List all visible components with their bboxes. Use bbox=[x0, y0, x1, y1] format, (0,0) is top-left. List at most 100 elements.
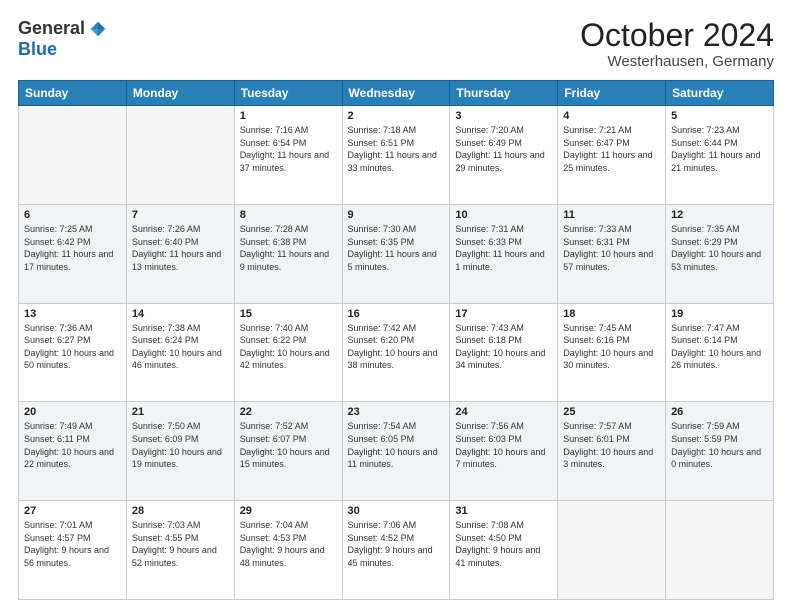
day-number: 24 bbox=[455, 406, 552, 418]
day-info: Sunrise: 7:40 AM Sunset: 6:22 PM Dayligh… bbox=[240, 322, 337, 372]
logo-icon bbox=[89, 20, 107, 38]
calendar-cell: 6 Sunrise: 7:25 AM Sunset: 6:42 PM Daylig… bbox=[19, 204, 127, 303]
calendar-cell: 11Sunrise: 7:33 AM Sunset: 6:31 PM Dayli… bbox=[558, 204, 666, 303]
calendar-cell: 10 Sunrise: 7:31 AM Sunset: 6:33 PM Dayli… bbox=[450, 204, 558, 303]
day-info: Sunrise: 7:20 AM Sunset: 6:49 PM Dayligh… bbox=[455, 124, 552, 174]
calendar-cell: 14 Sunrise: 7:38 AM Sunset: 6:24 PM Dayli… bbox=[126, 303, 234, 402]
day-info: Sunrise: 7:30 AM Sunset: 6:35 PM Dayligh… bbox=[348, 223, 445, 273]
day-info: Sunrise: 7:28 AM Sunset: 6:38 PM Dayligh… bbox=[240, 223, 337, 273]
calendar-cell: 5 Sunrise: 7:23 AM Sunset: 6:44 PM Daylig… bbox=[666, 106, 774, 205]
calendar-cell: 16 Sunrise: 7:42 AM Sunset: 6:20 PM Dayli… bbox=[342, 303, 450, 402]
day-info: Sunrise: 7:18 AM Sunset: 6:51 PM Dayligh… bbox=[348, 124, 445, 174]
day-number: 9 bbox=[348, 209, 445, 221]
day-number: 12 bbox=[671, 209, 768, 221]
day-info: Sunrise: 7:45 AM Sunset: 6:16 PM Dayligh… bbox=[563, 322, 660, 372]
day-number: 30 bbox=[348, 505, 445, 517]
calendar-cell: 1 Sunrise: 7:16 AM Sunset: 6:54 PM Daylig… bbox=[234, 106, 342, 205]
logo-general: General bbox=[18, 18, 85, 39]
calendar-week-row: 20 Sunrise: 7:49 AM Sunset: 6:11 PM Dayli… bbox=[19, 402, 774, 501]
logo-blue: Blue bbox=[18, 39, 57, 60]
day-info: Sunrise: 7:23 AM Sunset: 6:44 PM Dayligh… bbox=[671, 124, 768, 174]
calendar-cell: 23Sunrise: 7:54 AM Sunset: 6:05 PM Dayli… bbox=[342, 402, 450, 501]
calendar-cell bbox=[19, 106, 127, 205]
calendar-cell: 4 Sunrise: 7:21 AM Sunset: 6:47 PM Daylig… bbox=[558, 106, 666, 205]
calendar-cell: 18 Sunrise: 7:45 AM Sunset: 6:16 PM Dayli… bbox=[558, 303, 666, 402]
page: General Blue October 2024 Westerhausen, … bbox=[0, 0, 792, 612]
calendar-cell: 12Sunrise: 7:35 AM Sunset: 6:29 PM Dayli… bbox=[666, 204, 774, 303]
calendar-cell: 15 Sunrise: 7:40 AM Sunset: 6:22 PM Dayli… bbox=[234, 303, 342, 402]
day-number: 28 bbox=[132, 505, 229, 517]
calendar-week-row: 1 Sunrise: 7:16 AM Sunset: 6:54 PM Daylig… bbox=[19, 106, 774, 205]
day-info: Sunrise: 7:47 AM Sunset: 6:14 PM Dayligh… bbox=[671, 322, 768, 372]
day-number: 31 bbox=[455, 505, 552, 517]
calendar-cell: 17 Sunrise: 7:43 AM Sunset: 6:18 PM Dayli… bbox=[450, 303, 558, 402]
calendar-cell: 31 Sunrise: 7:08 AM Sunset: 4:50 PM Dayli… bbox=[450, 501, 558, 600]
day-number: 15 bbox=[240, 308, 337, 320]
calendar-cell: 27Sunrise: 7:01 AM Sunset: 4:57 PM Dayli… bbox=[19, 501, 127, 600]
day-info: Sunrise: 7:56 AM Sunset: 6:03 PM Dayligh… bbox=[455, 420, 552, 470]
day-number: 20 bbox=[24, 406, 121, 418]
day-info: Sunrise: 7:42 AM Sunset: 6:20 PM Dayligh… bbox=[348, 322, 445, 372]
day-info: Sunrise: 7:38 AM Sunset: 6:24 PM Dayligh… bbox=[132, 322, 229, 372]
day-number: 25 bbox=[563, 406, 660, 418]
day-info: Sunrise: 7:52 AM Sunset: 6:07 PM Dayligh… bbox=[240, 420, 337, 470]
subtitle: Westerhausen, Germany bbox=[580, 53, 774, 70]
calendar-table: SundayMondayTuesdayWednesdayThursdayFrid… bbox=[18, 80, 774, 600]
day-number: 19 bbox=[671, 308, 768, 320]
calendar-cell: 21 Sunrise: 7:50 AM Sunset: 6:09 PM Dayli… bbox=[126, 402, 234, 501]
day-info: Sunrise: 7:06 AM Sunset: 4:52 PM Dayligh… bbox=[348, 519, 445, 569]
calendar-cell: 22 Sunrise: 7:52 AM Sunset: 6:07 PM Dayli… bbox=[234, 402, 342, 501]
day-number: 22 bbox=[240, 406, 337, 418]
day-header-thursday: Thursday bbox=[450, 81, 558, 106]
day-number: 17 bbox=[455, 308, 552, 320]
day-info: Sunrise: 7:01 AM Sunset: 4:57 PM Dayligh… bbox=[24, 519, 121, 569]
calendar-cell: 26Sunrise: 7:59 AM Sunset: 5:59 PM Dayli… bbox=[666, 402, 774, 501]
day-info: Sunrise: 7:04 AM Sunset: 4:53 PM Dayligh… bbox=[240, 519, 337, 569]
day-info: Sunrise: 7:08 AM Sunset: 4:50 PM Dayligh… bbox=[455, 519, 552, 569]
day-header-tuesday: Tuesday bbox=[234, 81, 342, 106]
day-number: 16 bbox=[348, 308, 445, 320]
day-number: 1 bbox=[240, 110, 337, 122]
day-header-saturday: Saturday bbox=[666, 81, 774, 106]
day-info: Sunrise: 7:21 AM Sunset: 6:47 PM Dayligh… bbox=[563, 124, 660, 174]
day-number: 6 bbox=[24, 209, 121, 221]
day-header-monday: Monday bbox=[126, 81, 234, 106]
calendar-cell: 7 Sunrise: 7:26 AM Sunset: 6:40 PM Daylig… bbox=[126, 204, 234, 303]
calendar-cell: 29 Sunrise: 7:04 AM Sunset: 4:53 PM Dayli… bbox=[234, 501, 342, 600]
day-number: 10 bbox=[455, 209, 552, 221]
day-number: 21 bbox=[132, 406, 229, 418]
calendar-week-row: 6 Sunrise: 7:25 AM Sunset: 6:42 PM Daylig… bbox=[19, 204, 774, 303]
day-number: 4 bbox=[563, 110, 660, 122]
day-info: Sunrise: 7:26 AM Sunset: 6:40 PM Dayligh… bbox=[132, 223, 229, 273]
day-number: 5 bbox=[671, 110, 768, 122]
day-number: 3 bbox=[455, 110, 552, 122]
day-info: Sunrise: 7:57 AM Sunset: 6:01 PM Dayligh… bbox=[563, 420, 660, 470]
day-info: Sunrise: 7:25 AM Sunset: 6:42 PM Dayligh… bbox=[24, 223, 121, 273]
day-info: Sunrise: 7:50 AM Sunset: 6:09 PM Dayligh… bbox=[132, 420, 229, 470]
main-title: October 2024 bbox=[580, 18, 774, 53]
calendar-cell: 24 Sunrise: 7:56 AM Sunset: 6:03 PM Dayli… bbox=[450, 402, 558, 501]
calendar-week-row: 27Sunrise: 7:01 AM Sunset: 4:57 PM Dayli… bbox=[19, 501, 774, 600]
day-number: 18 bbox=[563, 308, 660, 320]
calendar-cell: 13Sunrise: 7:36 AM Sunset: 6:27 PM Dayli… bbox=[19, 303, 127, 402]
calendar-cell bbox=[126, 106, 234, 205]
day-info: Sunrise: 7:59 AM Sunset: 5:59 PM Dayligh… bbox=[671, 420, 768, 470]
day-info: Sunrise: 7:16 AM Sunset: 6:54 PM Dayligh… bbox=[240, 124, 337, 174]
day-header-friday: Friday bbox=[558, 81, 666, 106]
day-info: Sunrise: 7:49 AM Sunset: 6:11 PM Dayligh… bbox=[24, 420, 121, 470]
day-number: 8 bbox=[240, 209, 337, 221]
calendar-cell: 9 Sunrise: 7:30 AM Sunset: 6:35 PM Daylig… bbox=[342, 204, 450, 303]
day-number: 29 bbox=[240, 505, 337, 517]
day-number: 14 bbox=[132, 308, 229, 320]
calendar-cell bbox=[558, 501, 666, 600]
calendar-cell bbox=[666, 501, 774, 600]
calendar-week-row: 13Sunrise: 7:36 AM Sunset: 6:27 PM Dayli… bbox=[19, 303, 774, 402]
calendar-cell: 2Sunrise: 7:18 AM Sunset: 6:51 PM Daylig… bbox=[342, 106, 450, 205]
day-info: Sunrise: 7:43 AM Sunset: 6:18 PM Dayligh… bbox=[455, 322, 552, 372]
calendar-header-row: SundayMondayTuesdayWednesdayThursdayFrid… bbox=[19, 81, 774, 106]
day-info: Sunrise: 7:31 AM Sunset: 6:33 PM Dayligh… bbox=[455, 223, 552, 273]
day-number: 7 bbox=[132, 209, 229, 221]
calendar-cell: 19 Sunrise: 7:47 AM Sunset: 6:14 PM Dayli… bbox=[666, 303, 774, 402]
header: General Blue October 2024 Westerhausen, … bbox=[18, 18, 774, 70]
day-header-sunday: Sunday bbox=[19, 81, 127, 106]
